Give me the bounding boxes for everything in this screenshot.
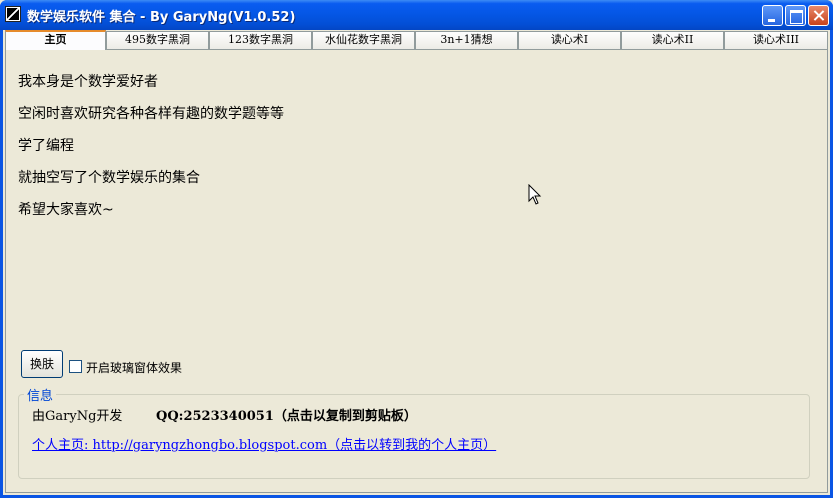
title-bar[interactable]: 数学娱乐软件 集合 - By GaryNg(V1.0.52) (0, 0, 833, 30)
app-logo-icon (5, 6, 21, 22)
app-window: 数学娱乐软件 集合 - By GaryNg(V1.0.52) 主页 495数字黑… (0, 0, 833, 498)
close-button[interactable] (808, 5, 829, 26)
developer-label: 由GaryNg开发 (32, 409, 123, 424)
tab-strip: 主页 495数字黑洞 123数字黑洞 水仙花数字黑洞 3n+1猜想 读心术I 读… (3, 30, 830, 50)
tab-123-black-hole[interactable]: 123数字黑洞 (209, 31, 312, 49)
qq-copy-link[interactable]: QQ:2523340051（点击以复制到剪贴板） (156, 405, 417, 424)
mouse-pointer-icon (528, 184, 542, 205)
intro-line-4: 就抽空写了个数学娱乐的集合 (18, 170, 200, 186)
intro-line-1: 我本身是个数学爱好者 (18, 74, 158, 90)
homepage-link[interactable]: 个人主页: http://garyngzhongbo.blogspot.com（… (32, 434, 496, 453)
client-area: 主页 495数字黑洞 123数字黑洞 水仙花数字黑洞 3n+1猜想 读心术I 读… (3, 30, 830, 495)
tab-mind-reading-3[interactable]: 读心术III (724, 31, 828, 49)
minimize-button[interactable] (762, 5, 783, 26)
window-title: 数学娱乐软件 集合 - By GaryNg(V1.0.52) (27, 10, 296, 25)
intro-line-5: 希望大家喜欢~ (18, 202, 114, 218)
tab-narcissistic-black-hole[interactable]: 水仙花数字黑洞 (312, 31, 415, 49)
tab-mind-reading-1[interactable]: 读心术I (518, 31, 621, 49)
tab-3n1-conjecture[interactable]: 3n+1猜想 (415, 31, 518, 49)
glass-effect-label[interactable]: 开启玻璃窗体效果 (86, 359, 182, 376)
tab-495-black-hole[interactable]: 495数字黑洞 (106, 31, 209, 49)
intro-line-2: 空闲时喜欢研究各种各样有趣的数学题等等 (18, 106, 284, 122)
tab-home[interactable]: 主页 (5, 30, 106, 50)
tab-mind-reading-2[interactable]: 读心术II (621, 31, 724, 49)
tab-panel-home: 我本身是个数学爱好者 空闲时喜欢研究各种各样有趣的数学题等等 学了编程 就抽空写… (5, 49, 828, 493)
maximize-button[interactable] (785, 5, 806, 26)
info-group-title: 信息 (24, 385, 57, 404)
change-skin-button[interactable]: 换肤 (21, 350, 63, 378)
intro-line-3: 学了编程 (18, 138, 74, 154)
glass-effect-checkbox[interactable] (69, 360, 82, 373)
